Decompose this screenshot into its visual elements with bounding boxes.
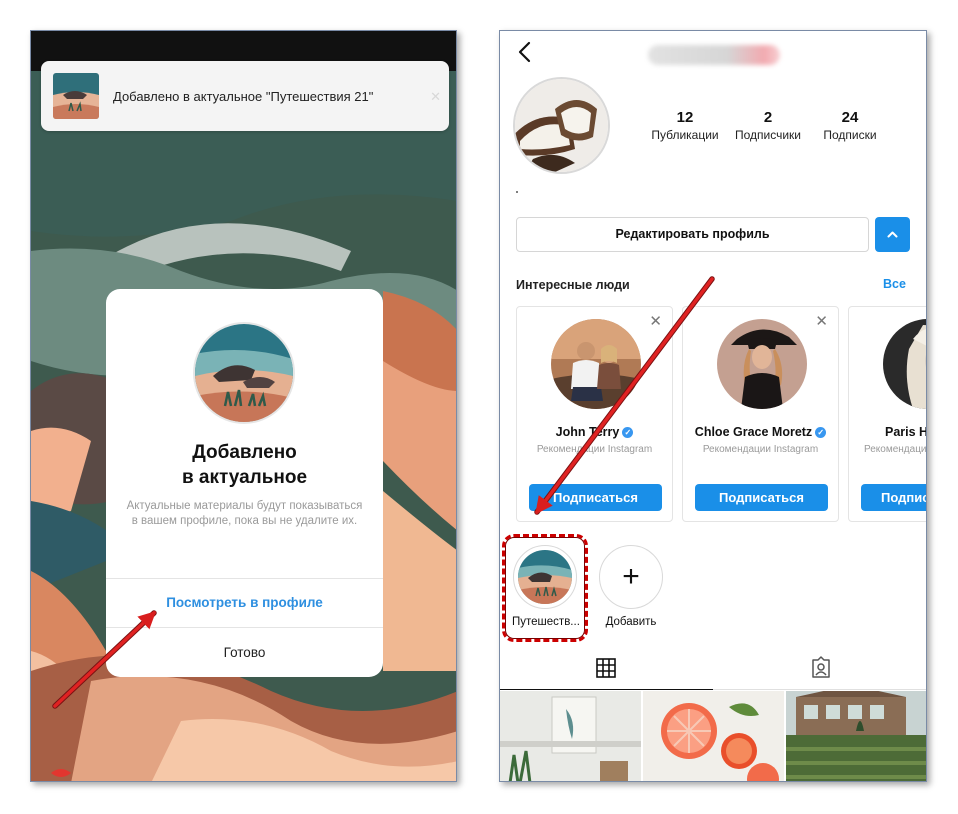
suggestion-subtitle: Рекомендации Instagram xyxy=(702,444,819,455)
posts-count: 12 xyxy=(676,109,694,126)
post-thumbnail[interactable] xyxy=(786,691,926,781)
suggested-people-title: Интересные люди xyxy=(516,278,630,292)
tab-divider xyxy=(713,689,926,690)
suggestion-avatar[interactable] xyxy=(883,319,926,409)
dialog-description: Актуальные материалы будут показываться … xyxy=(126,500,363,527)
highlight-annotation-frame xyxy=(502,534,588,642)
posts-label: Публикации xyxy=(651,128,719,142)
toast-story-thumbnail xyxy=(53,73,99,119)
close-icon[interactable]: ✕ xyxy=(815,314,828,329)
close-icon[interactable]: ✕ xyxy=(649,314,662,329)
post-thumbnail[interactable] xyxy=(643,691,784,781)
stat-posts[interactable]: 12 Публикации xyxy=(648,109,722,143)
done-button[interactable]: Готово xyxy=(106,628,383,677)
follow-button[interactable]: Подписаться xyxy=(861,484,926,511)
followers-label: Подписчики xyxy=(734,128,801,142)
suggestion-subtitle: Рекомендации Instagram xyxy=(864,444,927,455)
suggestion-card[interactable]: ✕ John Terry ✓ Рекомендации Instagram Под… xyxy=(516,306,673,522)
dialog-title-line2: в актуальное xyxy=(181,467,308,488)
dialog-title-line1: Добавлено xyxy=(192,442,297,463)
profile-screen: 12 Публикации 2 Подписчики 24 Подписки Р… xyxy=(499,30,927,782)
add-highlight-circle: + xyxy=(599,545,663,609)
profile-avatar[interactable] xyxy=(513,77,610,174)
suggestion-name: Paris Hilton xyxy=(885,425,926,439)
highlight-cover-avatar xyxy=(193,322,295,424)
add-highlight-label: Добавить xyxy=(605,616,657,628)
suggestion-subtitle: Рекомендации Instagram xyxy=(536,444,653,455)
plus-icon: + xyxy=(622,560,640,593)
chevron-left-icon[interactable] xyxy=(514,39,536,65)
suggestion-name: Chloe Grace Moretz ✓ xyxy=(683,425,838,439)
suggestion-name-text: John Terry xyxy=(555,425,620,439)
suggestion-avatar[interactable] xyxy=(551,319,641,409)
expand-suggestions-button[interactable] xyxy=(875,217,910,252)
active-tab-indicator xyxy=(500,689,713,690)
chevron-up-icon xyxy=(887,231,898,238)
toast-message: Добавлено в актуальное "Путешествия 21" xyxy=(113,88,374,104)
tagged-user-icon[interactable] xyxy=(810,656,832,678)
post-thumbnail[interactable] xyxy=(500,691,641,781)
suggestion-card[interactable]: ✕ Chloe Grace Moretz ✓ Рекомендации Insta… xyxy=(682,306,839,522)
bio-dot xyxy=(516,191,518,193)
screenshot-canvas: Добавлено в актуальное "Путешествия 21" … xyxy=(0,0,958,814)
edit-profile-button[interactable]: Редактировать профиль xyxy=(516,217,869,252)
follow-button[interactable]: Подписаться xyxy=(695,484,828,511)
following-label: Подписки xyxy=(823,128,877,142)
verified-badge-icon: ✓ xyxy=(622,427,634,438)
grid-icon[interactable] xyxy=(596,658,616,678)
stat-following[interactable]: 24 Подписки xyxy=(815,109,885,143)
suggestion-card[interactable]: Paris Hilton Рекомендации Instagram Подп… xyxy=(848,306,927,522)
suggestion-name: John Terry ✓ xyxy=(517,425,672,439)
close-icon[interactable]: ✕ xyxy=(430,89,441,105)
see-all-link[interactable]: Все xyxy=(883,277,906,291)
highlight-added-toast[interactable]: Добавлено в актуальное "Путешествия 21" … xyxy=(41,61,449,131)
suggestion-avatar[interactable] xyxy=(717,319,807,409)
view-in-profile-button[interactable]: Посмотреть в профиле xyxy=(106,578,383,627)
stat-followers[interactable]: 2 Подписчики xyxy=(729,109,807,143)
suggestion-name-text: Chloe Grace Moretz xyxy=(694,425,813,439)
story-screen: Добавлено в актуальное "Путешествия 21" … xyxy=(30,30,457,782)
verified-badge-icon: ✓ xyxy=(815,427,827,438)
follow-button-label: Подписаться xyxy=(881,490,926,505)
followers-count: 2 xyxy=(763,109,773,126)
dialog-title: Добавлено в актуальное xyxy=(106,440,383,490)
add-highlight[interactable]: + Добавить xyxy=(598,545,664,628)
following-count: 24 xyxy=(841,109,859,126)
follow-button[interactable]: Подписаться xyxy=(529,484,662,511)
username-blurred xyxy=(648,45,780,65)
added-to-highlights-dialog: Добавлено в актуальное Актуальные матери… xyxy=(106,289,383,677)
